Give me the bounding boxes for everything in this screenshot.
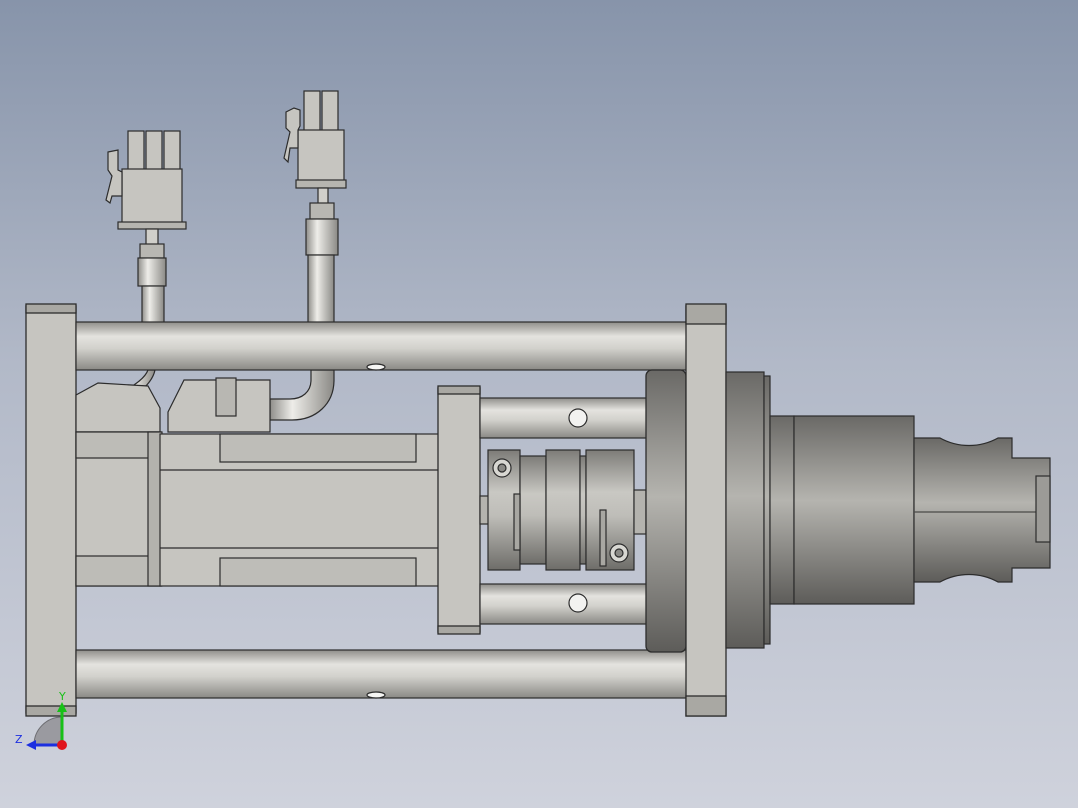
spindle-housing [725, 371, 1051, 649]
triad-x-axis [57, 740, 67, 750]
triad-y-label: Y [58, 690, 66, 703]
shaft-coupling [479, 449, 647, 571]
servo-motor [75, 377, 441, 587]
connector-right [269, 90, 347, 421]
cad-viewport[interactable]: Y Z [0, 0, 1078, 808]
triad-z-label: Z [15, 733, 23, 746]
middle-mounting-plate [437, 385, 481, 635]
left-flange-plate [25, 303, 77, 717]
triad-arc [33, 716, 63, 746]
triad-z-arrow [26, 740, 36, 750]
bottom-guide-rod [75, 649, 689, 699]
cad-model-drawing[interactable]: Y Z [0, 0, 1078, 808]
top-guide-rod [75, 321, 689, 371]
